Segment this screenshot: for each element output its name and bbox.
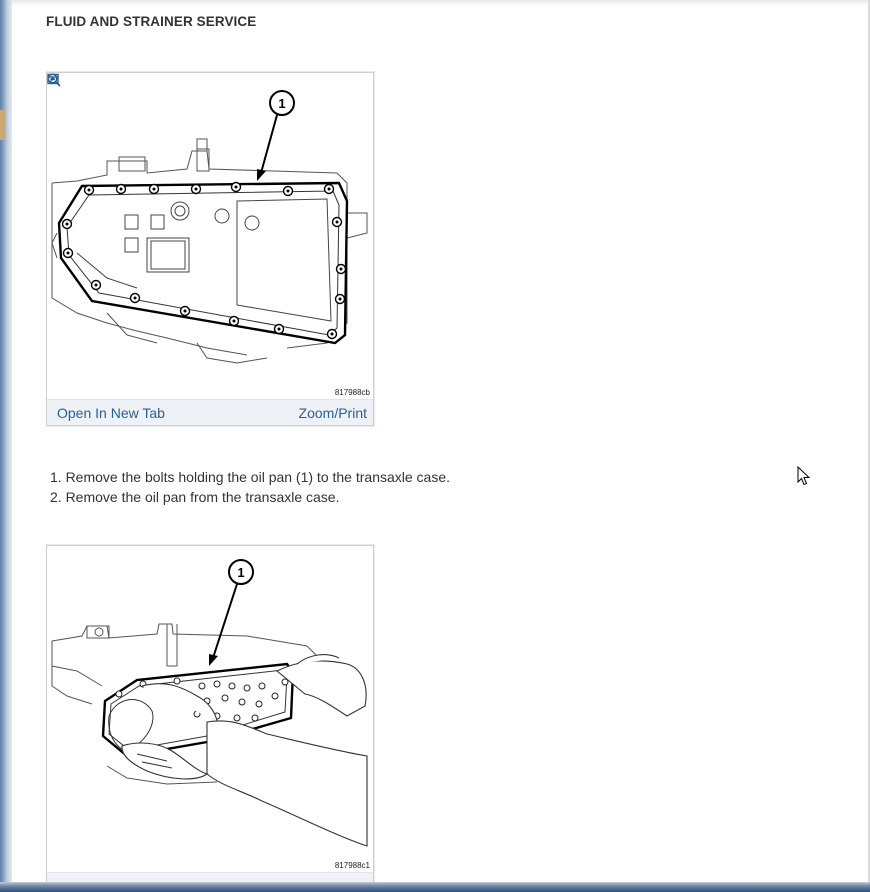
zoom-print-label: Zoom/Print bbox=[298, 404, 367, 421]
document-content: FLUID AND STRAINER SERVICE 1 817988cb Op… bbox=[46, 0, 870, 882]
figure-toolbar bbox=[47, 872, 373, 882]
step-2: 2. Remove the oil pan from the transaxle… bbox=[50, 489, 340, 505]
open-in-new-tab-label: Open In New Tab bbox=[57, 404, 165, 421]
oil-pan-illustration: 1 bbox=[51, 90, 368, 364]
procedure-steps: 1. Remove the bolts holding the oil pan … bbox=[50, 467, 450, 507]
window-bottom-frame bbox=[0, 882, 870, 892]
window-left-frame bbox=[0, 0, 12, 892]
zoom-in-icon bbox=[47, 73, 61, 87]
figure-code: 817988c1 bbox=[334, 861, 370, 870]
figure-image-oil-pan[interactable]: 1 817988cb bbox=[47, 73, 373, 399]
figure-callout-number: 1 bbox=[278, 96, 285, 111]
figure-oil-pan-removal: 1 817988c1 bbox=[46, 545, 374, 882]
pan-removal-illustration: 1 bbox=[51, 559, 368, 847]
figure-callout-number: 1 bbox=[237, 565, 244, 580]
figure-image-pan-removal[interactable]: 1 817988c1 bbox=[47, 546, 373, 872]
open-in-new-tab-button[interactable]: Open In New Tab bbox=[47, 73, 165, 421]
page-title: FLUID AND STRAINER SERVICE bbox=[46, 14, 257, 29]
figure-oil-pan-bolts: 1 817988cb Open In New Tab Zoom/Print bbox=[46, 72, 374, 426]
mouse-pointer-icon bbox=[797, 466, 811, 486]
step-1: 1. Remove the bolts holding the oil pan … bbox=[50, 469, 451, 485]
zoom-print-button[interactable]: Zoom/Print bbox=[47, 73, 367, 421]
figure-toolbar: Open In New Tab Zoom/Print bbox=[47, 73, 373, 425]
figure-code: 817988cb bbox=[334, 388, 370, 397]
